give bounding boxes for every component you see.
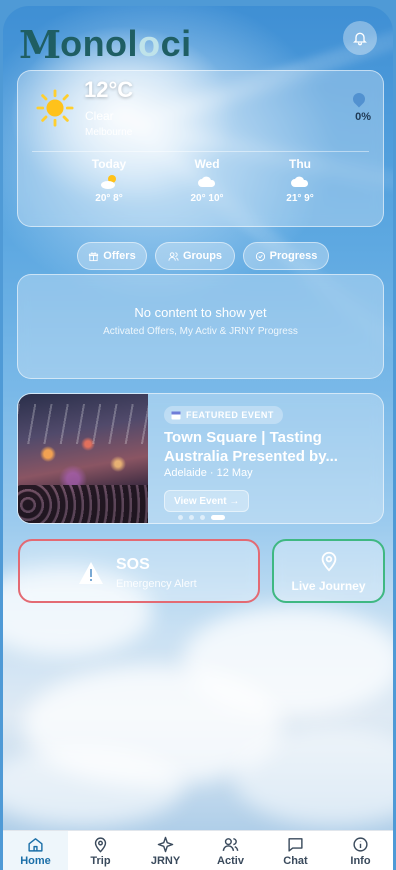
- logo-text-1: onol: [60, 23, 139, 64]
- logo-wordmark: onoloci: [60, 23, 192, 65]
- chip-label: Progress: [269, 250, 318, 262]
- nav-label: Activ: [217, 855, 244, 867]
- bottom-nav: Home Trip JRNY Activ Chat Info: [3, 830, 393, 870]
- chip-groups[interactable]: Groups: [155, 242, 235, 270]
- nav-home[interactable]: Home: [3, 831, 68, 870]
- gift-icon: [89, 252, 99, 261]
- check-circle-icon: [255, 251, 265, 261]
- carousel-dot[interactable]: [189, 515, 194, 520]
- forecast-day: Wed: [194, 157, 220, 171]
- app-logo: M onoloci: [19, 20, 192, 68]
- partly-sunny-icon: [69, 171, 149, 193]
- event-photo: [18, 394, 148, 523]
- photo-crowd: [18, 485, 148, 523]
- live-journey-button[interactable]: Live Journey: [272, 539, 385, 603]
- featured-event-card[interactable]: FEATURED EVENT Town Square | Tasting Aus…: [17, 393, 384, 524]
- cloud-icon: [167, 171, 247, 193]
- sos-title: SOS: [116, 556, 150, 573]
- carousel-dot[interactable]: [178, 515, 183, 520]
- nav-label: JRNY: [150, 855, 181, 867]
- nav-label: Trip: [90, 855, 111, 867]
- forecast-temps: 21° 9°: [286, 193, 314, 204]
- nav-trip[interactable]: Trip: [68, 831, 133, 870]
- sparkle-icon: [157, 836, 174, 853]
- info-icon: [353, 837, 368, 852]
- home-icon: [28, 838, 43, 852]
- chip-label: Groups: [182, 250, 223, 262]
- cloud: [3, 746, 183, 826]
- users-icon: [168, 251, 179, 261]
- location-pin-icon: [94, 837, 107, 853]
- people-icon: [222, 838, 239, 851]
- forecast-temps: 20° 8°: [95, 193, 123, 204]
- weather-condition: Clear: [85, 109, 114, 123]
- location-pin-icon: [274, 549, 383, 573]
- warning-icon: [79, 562, 103, 584]
- nav-info[interactable]: Info: [328, 831, 393, 870]
- empty-state-subtitle: Activated Offers, My Activ & JRNY Progre…: [103, 326, 298, 337]
- event-title: Town Square | Tasting Australia Presente…: [164, 429, 338, 465]
- featured-badge-label: FEATURED EVENT: [186, 410, 274, 420]
- forecast-day: Thu: [289, 157, 311, 171]
- logo-text-2: ci: [160, 23, 192, 64]
- notifications-button[interactable]: [343, 21, 377, 55]
- featured-badge: FEATURED EVENT: [164, 406, 283, 424]
- nav-label: Chat: [283, 855, 308, 867]
- filter-chips: Offers Groups Progress: [3, 242, 393, 270]
- forecast-thu: Thu 21° 9°: [260, 157, 340, 204]
- nav-jrny[interactable]: JRNY: [133, 831, 198, 870]
- carousel-dots: [178, 515, 225, 520]
- sos-subtitle: Emergency Alert: [116, 578, 197, 590]
- live-journey-label: Live Journey: [291, 579, 366, 593]
- bell-icon: [353, 32, 367, 46]
- chip-progress[interactable]: Progress: [243, 242, 329, 270]
- empty-state-title: No content to show yet: [134, 305, 267, 320]
- forecast-temps: 20° 10°: [190, 193, 224, 204]
- nav-activ[interactable]: Activ: [198, 831, 263, 870]
- chip-label: Offers: [103, 250, 136, 262]
- chip-offers[interactable]: Offers: [77, 242, 147, 270]
- weather-city: Melbourne: [85, 127, 133, 138]
- current-temperature: 12°C: [84, 77, 134, 102]
- weather-card[interactable]: 12°C Clear Melbourne 0% Today 20° 8° Wed…: [17, 70, 384, 227]
- sun-icon: [36, 89, 74, 127]
- event-meta: Adelaide · 12 May: [164, 467, 253, 479]
- nav-label: Home: [20, 855, 51, 867]
- divider: [32, 151, 369, 152]
- app-screen: M onoloci 12°C Clear Melbourne 0% Today …: [3, 6, 393, 870]
- forecast-day: Today: [91, 157, 127, 171]
- cloud-icon: [260, 171, 340, 193]
- forecast-today: Today 20° 8°: [69, 157, 149, 204]
- logo-m: M: [19, 21, 61, 67]
- rain-chance: 0%: [355, 111, 371, 123]
- carousel-dot-active[interactable]: [211, 515, 225, 520]
- chat-icon: [288, 838, 303, 852]
- view-event-button[interactable]: View Event →: [164, 490, 250, 512]
- nav-chat[interactable]: Chat: [263, 831, 328, 870]
- logo-text-o: o: [138, 23, 161, 64]
- empty-state-card: No content to show yet Activated Offers,…: [17, 274, 384, 379]
- raindrop-icon: [350, 90, 368, 108]
- sos-button[interactable]: SOS Emergency Alert: [18, 539, 260, 603]
- forecast-wed: Wed 20° 10°: [167, 157, 247, 204]
- photo-canopy: [18, 404, 148, 444]
- nav-label: Info: [350, 855, 371, 867]
- calendar-icon: [171, 411, 181, 420]
- carousel-dot[interactable]: [200, 515, 205, 520]
